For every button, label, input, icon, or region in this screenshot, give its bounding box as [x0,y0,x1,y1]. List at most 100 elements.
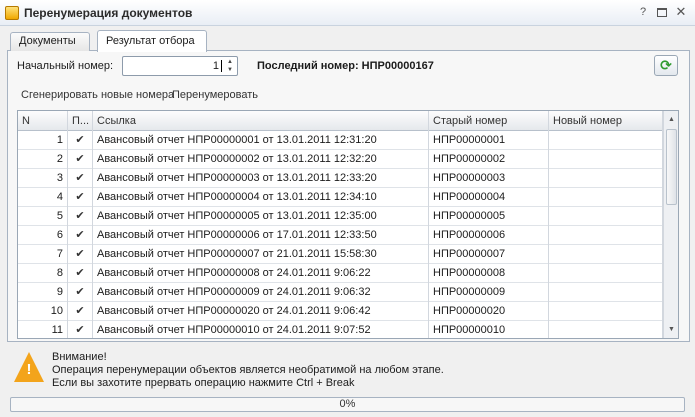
row-reference: Авансовый отчет НПР00000002 от 13.01.201… [93,150,429,169]
row-number: 4 [18,188,68,207]
row-old-number: НПР00000005 [429,207,549,226]
row-new-number[interactable] [549,283,663,302]
row-reference: Авансовый отчет НПР00000010 от 24.01.201… [93,321,429,338]
spin-down-icon[interactable]: ▼ [225,66,235,74]
refresh-icon: ⟳ [660,57,672,73]
text-caret [221,60,222,72]
check-icon[interactable]: ✔ [68,150,93,169]
row-number: 11 [18,321,68,338]
check-icon[interactable]: ✔ [68,169,93,188]
last-number-label: Последний номер: НПР00000167 [257,60,434,72]
row-number: 10 [18,302,68,321]
warning-title: Внимание! [52,351,107,363]
row-new-number[interactable] [549,131,663,150]
table-row[interactable]: 7 ✔ Авансовый отчет НПР00000007 от 21.01… [18,245,663,264]
row-new-number[interactable] [549,169,663,188]
table-row[interactable]: 1 ✔ Авансовый отчет НПР00000001 от 13.01… [18,131,663,150]
row-old-number: НПР00000010 [429,321,549,338]
renumber-button[interactable]: Перенумеровать [172,89,258,101]
vertical-scrollbar[interactable]: ▲ ▼ [663,111,678,338]
table-row[interactable]: 9 ✔ Авансовый отчет НПР00000009 от 24.01… [18,283,663,302]
row-number: 2 [18,150,68,169]
check-icon[interactable]: ✔ [68,188,93,207]
row-new-number[interactable] [549,302,663,321]
row-new-number[interactable] [549,207,663,226]
table-row[interactable]: 3 ✔ Авансовый отчет НПР00000003 от 13.01… [18,169,663,188]
generate-numbers-button[interactable]: Сгенерировать новые номера [21,89,174,101]
row-new-number[interactable] [549,226,663,245]
row-new-number[interactable] [549,321,663,338]
row-reference: Авансовый отчет НПР00000007 от 21.01.201… [93,245,429,264]
start-number-input[interactable]: 1 ▲ ▼ [122,56,238,76]
table-row[interactable]: 11 ✔ Авансовый отчет НПР00000010 от 24.0… [18,321,663,338]
row-number: 1 [18,131,68,150]
row-old-number: НПР00000006 [429,226,549,245]
row-old-number: НПР00000003 [429,169,549,188]
column-header-old-number[interactable]: Старый номер [429,111,549,131]
warning-text-1: Операция перенумерации объектов является… [52,364,444,376]
row-reference: Авансовый отчет НПР00000006 от 17.01.201… [93,226,429,245]
maximize-icon[interactable] [655,6,669,20]
table-row[interactable]: 2 ✔ Авансовый отчет НПР00000002 от 13.01… [18,150,663,169]
check-icon[interactable]: ✔ [68,245,93,264]
close-icon[interactable]: ✕ [674,5,688,20]
progress-bar: 0% [10,397,685,412]
row-number: 8 [18,264,68,283]
check-icon[interactable]: ✔ [68,226,93,245]
row-old-number: НПР00000001 [429,131,549,150]
check-icon[interactable]: ✔ [68,283,93,302]
row-new-number[interactable] [549,245,663,264]
scroll-down-icon[interactable]: ▼ [664,323,678,337]
check-icon[interactable]: ✔ [68,131,93,150]
row-number: 6 [18,226,68,245]
title-bar: Перенумерация документов ? ✕ [0,0,695,26]
row-new-number[interactable] [549,264,663,283]
scroll-thumb[interactable] [666,129,677,205]
table-header: N П... Ссылка Старый номер Новый номер [18,111,663,131]
row-old-number: НПР00000009 [429,283,549,302]
column-header-mark[interactable]: П... [68,111,93,131]
spin-up-icon[interactable]: ▲ [225,58,235,66]
tab-documents[interactable]: Документы [10,32,90,51]
check-icon[interactable]: ✔ [68,321,93,338]
tab-selection-result[interactable]: Результат отбора [97,30,207,52]
row-reference: Авансовый отчет НПР00000008 от 24.01.201… [93,264,429,283]
row-new-number[interactable] [549,150,663,169]
row-reference: Авансовый отчет НПР00000003 от 13.01.201… [93,169,429,188]
row-new-number[interactable] [549,188,663,207]
row-number: 7 [18,245,68,264]
refresh-button[interactable]: ⟳ [654,55,678,76]
check-icon[interactable]: ✔ [68,207,93,226]
table-row[interactable]: 5 ✔ Авансовый отчет НПР00000005 от 13.01… [18,207,663,226]
check-icon[interactable]: ✔ [68,302,93,321]
warning-text-2: Если вы захотите прервать операцию нажми… [52,377,355,389]
start-number-label: Начальный номер: [17,60,114,72]
help-icon[interactable]: ? [636,6,650,20]
column-header-n[interactable]: N [18,111,68,131]
row-reference: Авансовый отчет НПР00000004 от 13.01.201… [93,188,429,207]
column-header-new-number[interactable]: Новый номер [549,111,663,131]
row-number: 9 [18,283,68,302]
row-number: 3 [18,169,68,188]
app-icon [5,6,19,20]
row-old-number: НПР00000004 [429,188,549,207]
row-number: 5 [18,207,68,226]
table-row[interactable]: 8 ✔ Авансовый отчет НПР00000008 от 24.01… [18,264,663,283]
row-old-number: НПР00000008 [429,264,549,283]
documents-table: N П... Ссылка Старый номер Новый номер 1… [17,110,679,339]
table-row[interactable]: 4 ✔ Авансовый отчет НПР00000004 от 13.01… [18,188,663,207]
table-row[interactable]: 10 ✔ Авансовый отчет НПР00000020 от 24.0… [18,302,663,321]
scroll-up-icon[interactable]: ▲ [664,113,678,127]
row-reference: Авансовый отчет НПР00000020 от 24.01.201… [93,302,429,321]
window-title: Перенумерация документов [24,6,193,20]
row-old-number: НПР00000020 [429,302,549,321]
progress-label: 0% [339,398,356,410]
warning-mark-icon: ! [26,361,32,378]
row-reference: Авансовый отчет НПР00000005 от 13.01.201… [93,207,429,226]
row-old-number: НПР00000002 [429,150,549,169]
start-number-value: 1 [212,60,219,72]
table-row[interactable]: 6 ✔ Авансовый отчет НПР00000006 от 17.01… [18,226,663,245]
check-icon[interactable]: ✔ [68,264,93,283]
column-header-reference[interactable]: Ссылка [93,111,429,131]
row-reference: Авансовый отчет НПР00000009 от 24.01.201… [93,283,429,302]
